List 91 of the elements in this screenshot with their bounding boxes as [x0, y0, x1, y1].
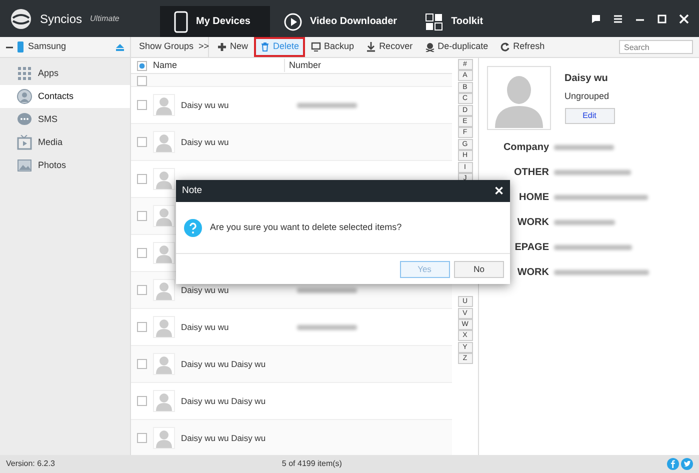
toolbar-button[interactable]: New [213, 39, 252, 55]
tab[interactable]: Toolkit [411, 6, 512, 37]
menu-icon[interactable] [613, 14, 623, 24]
sidebar-item[interactable]: SMS [0, 108, 130, 131]
contact-name: Daisy wu wu [181, 284, 230, 296]
contact-name: Daisy wu wu [181, 98, 230, 112]
tab[interactable]: Video Downloader [270, 6, 412, 37]
tv-icon [17, 135, 32, 150]
chat-icon[interactable] [591, 14, 601, 24]
trash-icon [260, 42, 270, 52]
device-name[interactable]: Samsung [28, 40, 66, 54]
group-label: Ungrouped [564, 90, 610, 103]
column-header: Name [147, 58, 285, 72]
field-label: OTHER [514, 166, 549, 180]
avatar-icon [153, 353, 175, 375]
blurred-number [297, 102, 357, 108]
field-label: Company [503, 141, 549, 155]
contact-name: Daisy wu wu Daisy wu [181, 394, 267, 408]
row-checkbox[interactable] [137, 100, 147, 110]
blurred-value [554, 220, 614, 225]
avatar-icon [153, 94, 175, 116]
item-count: 5 of 4199 item(s) [282, 458, 342, 470]
dialog-title: Note [182, 184, 202, 198]
download-icon [366, 42, 376, 52]
avatar-icon [153, 390, 175, 412]
column-header: Number [288, 58, 322, 72]
contact-name: Daisy wu wu [181, 320, 230, 334]
skull-icon [424, 42, 435, 52]
field-label: HOME [519, 191, 549, 205]
search-field[interactable]: Search [619, 40, 693, 54]
question-icon [184, 218, 202, 236]
grid-icon [425, 12, 444, 30]
dialog-message: Are you sure you want to delete selected items? [210, 220, 402, 234]
contact-name: Daisy wu wu Daisy wu [181, 432, 267, 444]
contact-name: Daisy wu [564, 72, 609, 86]
sidebar-item[interactable]: Photos [0, 154, 130, 177]
version-label: Version: 6.2.3 [6, 458, 55, 470]
play-icon [284, 12, 302, 30]
row-checkbox[interactable] [137, 248, 147, 258]
row-checkbox[interactable] [137, 137, 147, 147]
close-icon[interactable] [679, 14, 689, 24]
field-label: WORK [517, 266, 549, 280]
field-label: EPAGE [514, 241, 549, 255]
select-all-checkbox[interactable] [137, 60, 147, 70]
row-checkbox[interactable] [137, 76, 147, 86]
row-checkbox[interactable] [137, 174, 147, 184]
sidebar-item[interactable]: Contacts [0, 85, 130, 108]
blurred-number [297, 324, 357, 330]
row-checkbox[interactable] [137, 433, 147, 443]
contact-name: Daisy wu wu Daisy wu [181, 358, 267, 370]
avatar-icon [153, 131, 175, 153]
apps-icon [17, 66, 32, 81]
field-label: WORK [517, 216, 549, 230]
edit-button[interactable]: Edit [564, 108, 614, 124]
maximize-icon[interactable] [657, 14, 667, 24]
avatar-icon [153, 316, 175, 338]
facebook-icon[interactable] [666, 458, 679, 470]
tab[interactable]: My Devices [160, 6, 270, 37]
toolbar-button[interactable]: Refresh [496, 39, 549, 55]
close-button[interactable]: ✕ [494, 182, 504, 200]
row-checkbox[interactable] [137, 359, 147, 369]
plus-icon [217, 42, 227, 52]
row-checkbox[interactable] [137, 285, 147, 295]
blurred-number [297, 288, 357, 292]
avatar-icon [153, 168, 175, 190]
dialog-button[interactable]: No [454, 260, 504, 278]
avatar-icon [487, 66, 551, 130]
row-checkbox[interactable] [137, 211, 147, 221]
blurred-value [554, 145, 614, 150]
toolbar-button[interactable]: Backup [307, 39, 358, 55]
logo-icon [10, 8, 32, 30]
refresh-icon [500, 42, 510, 52]
sidebar-item[interactable]: Apps [0, 62, 130, 85]
app-name: Syncios [40, 10, 82, 28]
chat-bubble-icon [17, 112, 32, 127]
sidebar-item[interactable]: Media [0, 131, 130, 154]
avatar-icon [153, 427, 175, 449]
row-checkbox[interactable] [137, 396, 147, 406]
toolbar-button[interactable]: De-duplicate [420, 39, 492, 55]
eject-icon[interactable] [116, 44, 124, 50]
contact-name: Daisy wu wu [181, 136, 230, 148]
twitter-icon[interactable] [681, 458, 693, 470]
phone-icon [174, 10, 188, 32]
show-groups-link[interactable]: Show Groups >> [139, 40, 210, 54]
toolbar-button[interactable]: Recover [362, 39, 417, 55]
monitor-icon [311, 42, 322, 52]
app-edition: Ultimate [90, 12, 120, 24]
row-checkbox[interactable] [137, 322, 147, 332]
contact-icon [17, 89, 32, 104]
image-icon [17, 158, 32, 173]
phone-icon [17, 41, 24, 53]
